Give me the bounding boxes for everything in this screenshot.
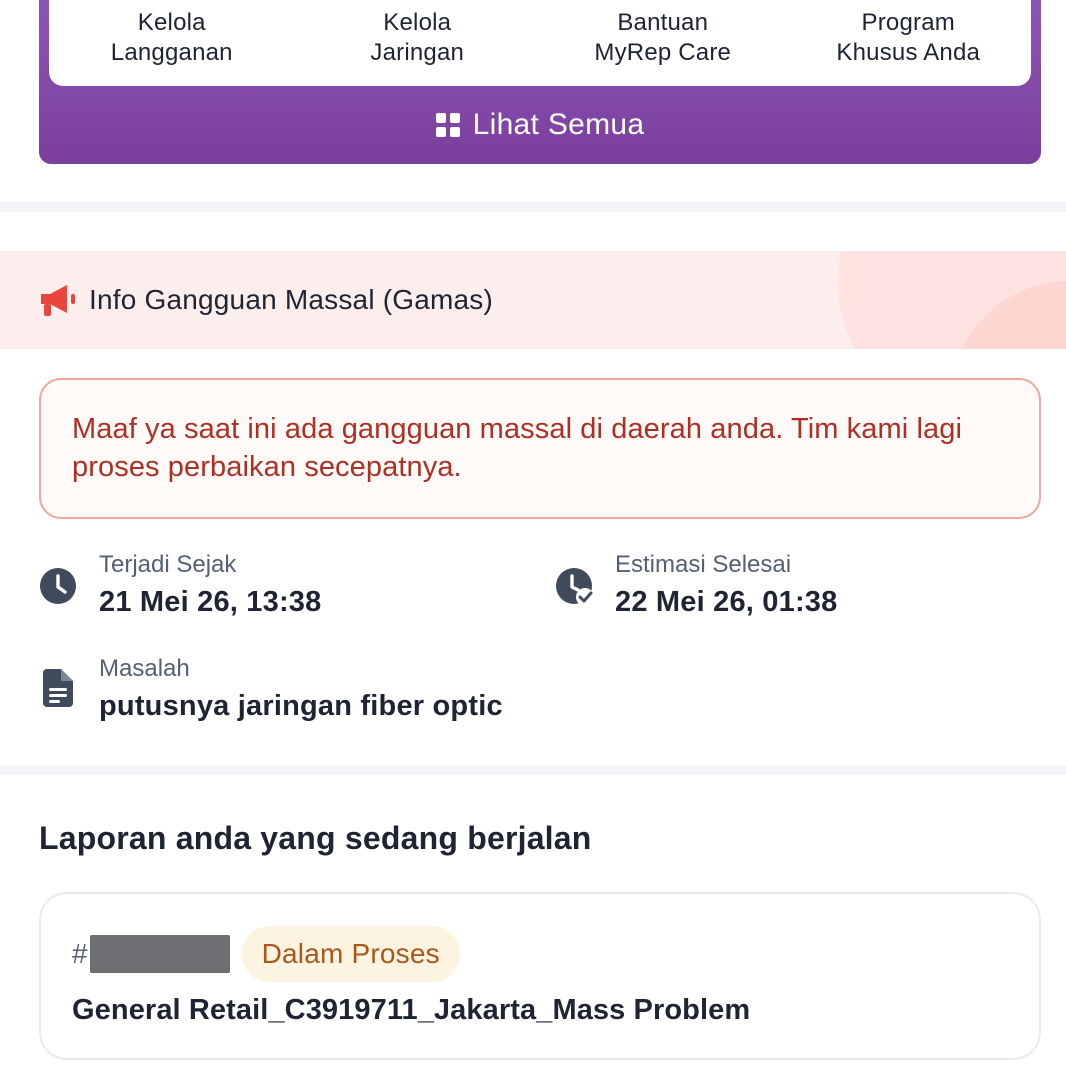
menu-item-kelola-jaringan[interactable]: Kelola Jaringan	[295, 0, 541, 86]
reports-section-title: Laporan anda yang sedang berjalan	[39, 820, 592, 856]
menu-item-label-line2: Jaringan	[370, 39, 465, 66]
clock-icon	[40, 568, 76, 604]
since-label: Terjadi Sejak	[99, 551, 237, 578]
gamas-header: Info Gangguan Massal (Gamas)	[0, 251, 1066, 349]
problem-value: putusnya jaringan fiber optic	[99, 690, 503, 722]
document-icon	[43, 669, 73, 707]
report-title: General Retail_C3919711_Jakarta_Mass Pro…	[72, 994, 751, 1026]
info-problem: Masalah putusnya jaringan fiber optic	[39, 652, 739, 732]
grid-icon	[435, 113, 460, 137]
info-since: Terjadi Sejak 21 Mei 26, 13:38	[39, 548, 519, 628]
menu-item-kelola-langganan[interactable]: Kelola Langganan	[49, 0, 295, 86]
clock-check-icon	[556, 568, 594, 606]
since-value: 21 Mei 26, 13:38	[99, 586, 322, 618]
status-badge: Dalam Proses	[241, 926, 460, 982]
menu-item-label-line1: Bantuan	[617, 9, 709, 36]
gamas-alert-box: Maaf ya saat ini ada gangguan massal di …	[39, 378, 1041, 519]
menu-item-program-khusus-anda[interactable]: Program Khusus Anda	[786, 0, 1032, 86]
problem-label: Masalah	[99, 655, 190, 682]
gamas-alert-message: Maaf ya saat ini ada gangguan massal di …	[72, 413, 963, 483]
see-all-label: Lihat Semua	[472, 108, 645, 141]
menu-item-label-line2: Langganan	[110, 39, 233, 66]
quick-menu-card: Kelola Langganan Kelola Jaringan Bantuan…	[39, 0, 1041, 164]
menu-item-label-line1: Kelola	[383, 9, 452, 36]
estimate-value: 22 Mei 26, 01:38	[615, 586, 838, 618]
menu-item-label-line1: Kelola	[137, 9, 206, 36]
ticket-number-redacted	[89, 935, 230, 973]
estimate-label: Estimasi Selesai	[615, 551, 792, 578]
menu-item-label-line2: MyRep Care	[594, 39, 732, 66]
section-divider	[0, 202, 1066, 212]
megaphone-icon	[41, 285, 75, 316]
quick-menu-items: Kelola Langganan Kelola Jaringan Bantuan…	[49, 0, 1031, 86]
ticket-hash: #	[72, 938, 88, 969]
see-all-button[interactable]: Lihat Semua	[39, 86, 1041, 164]
info-estimate: Estimasi Selesai 22 Mei 26, 01:38	[555, 548, 1035, 628]
ticket-row: # Dalam Proses	[72, 926, 460, 982]
gamas-title: Info Gangguan Massal (Gamas)	[89, 284, 494, 315]
menu-item-label-line2: Khusus Anda	[836, 39, 981, 66]
section-divider	[0, 765, 1066, 775]
report-card[interactable]: # Dalam Proses General Retail_C3919711_J…	[39, 892, 1041, 1060]
menu-item-bantuan-myrep-care[interactable]: Bantuan MyRep Care	[540, 0, 786, 86]
menu-item-label-line1: Program	[861, 9, 955, 36]
